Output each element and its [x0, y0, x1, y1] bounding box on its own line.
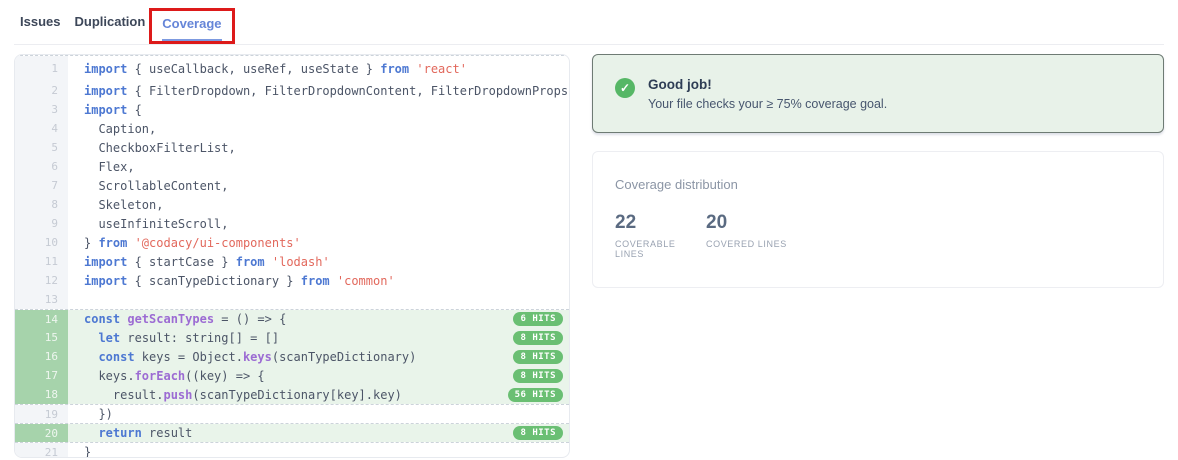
- code-line: 2import { FilterDropdown, FilterDropdown…: [15, 81, 569, 100]
- code-line: 16 const keys = Object.keys(scanTypeDict…: [15, 347, 569, 366]
- stat-label: COVERED LINES: [706, 239, 797, 249]
- line-number: 10: [15, 233, 68, 252]
- stats-row: 22 COVERABLE LINES 20 COVERED LINES: [615, 212, 1141, 259]
- line-number: 17: [15, 366, 68, 385]
- code-text: CheckboxFilterList,: [68, 138, 569, 157]
- code-line: 5 CheckboxFilterList,: [15, 138, 569, 157]
- tab-issues[interactable]: Issues: [20, 8, 60, 29]
- line-number: 7: [15, 176, 68, 195]
- hits-badge: 8 HITS: [513, 331, 563, 345]
- code-text: }): [68, 405, 569, 423]
- code-line: 13: [15, 290, 569, 309]
- code-line: 21}: [15, 442, 569, 458]
- code-text: import {: [68, 100, 569, 119]
- code-lines: 1import { useCallback, useRef, useState …: [15, 55, 569, 458]
- code-line: 7 ScrollableContent,: [15, 176, 569, 195]
- line-number: 21: [15, 443, 68, 458]
- line-number: 12: [15, 271, 68, 290]
- code-text: keys.forEach((key) => {8 HITS: [68, 366, 569, 385]
- hits-badge: 6 HITS: [513, 312, 563, 326]
- line-number: 6: [15, 157, 68, 176]
- hits-badge: 8 HITS: [513, 350, 563, 364]
- code-line: 3import {: [15, 100, 569, 119]
- line-number: 13: [15, 290, 68, 309]
- line-number: 15: [15, 328, 68, 347]
- code-line: 19 }): [15, 404, 569, 423]
- line-number: 2: [15, 81, 68, 100]
- line-number: 18: [15, 385, 68, 404]
- line-number: 16: [15, 347, 68, 366]
- tab-bar-divider: [14, 44, 1164, 45]
- code-line: 18 result.push(scanTypeDictionary[key].k…: [15, 385, 569, 404]
- check-circle-icon: ✓: [615, 78, 635, 98]
- code-text: import { scanTypeDictionary } from 'comm…: [68, 271, 569, 290]
- tab-duplication[interactable]: Duplication: [74, 8, 145, 29]
- code-line: 20 return result8 HITS: [15, 423, 569, 442]
- line-number: 20: [15, 424, 68, 442]
- code-line: 11import { startCase } from 'lodash': [15, 252, 569, 271]
- code-text: result.push(scanTypeDictionary[key].key)…: [68, 385, 569, 404]
- line-number: 11: [15, 252, 68, 271]
- code-line: 17 keys.forEach((key) => {8 HITS: [15, 366, 569, 385]
- code-line: 12import { scanTypeDictionary } from 'co…: [15, 271, 569, 290]
- line-number: 9: [15, 214, 68, 233]
- code-text: const getScanTypes = () => {6 HITS: [68, 310, 569, 328]
- line-number: 8: [15, 195, 68, 214]
- stat-value: 22: [615, 212, 706, 234]
- stat-label: COVERABLE LINES: [615, 239, 706, 259]
- line-number: 19: [15, 405, 68, 423]
- code-text: import { useCallback, useRef, useState }…: [68, 56, 569, 81]
- hits-badge: 8 HITS: [513, 369, 563, 383]
- code-text: Skeleton,: [68, 195, 569, 214]
- tab-bar: Issues Duplication Coverage: [0, 8, 1178, 44]
- tab-coverage[interactable]: Coverage: [162, 17, 221, 41]
- line-number: 14: [15, 310, 68, 328]
- code-text: } from '@codacy/ui-components': [68, 233, 569, 252]
- line-number: 3: [15, 100, 68, 119]
- line-number: 4: [15, 119, 68, 138]
- line-number: 1: [15, 56, 68, 81]
- stat-value: 20: [706, 212, 797, 234]
- code-line: 15 let result: string[] = []8 HITS: [15, 328, 569, 347]
- code-line: 9 useInfiniteScroll,: [15, 214, 569, 233]
- coverage-distribution-card: Coverage distribution 22 COVERABLE LINES…: [592, 151, 1164, 288]
- hits-badge: 56 HITS: [508, 388, 563, 402]
- code-line: 1import { useCallback, useRef, useState …: [15, 55, 569, 81]
- code-line: 4 Caption,: [15, 119, 569, 138]
- code-text: return result8 HITS: [68, 424, 569, 442]
- code-text: import { FilterDropdown, FilterDropdownC…: [68, 81, 569, 100]
- code-text: Flex,: [68, 157, 569, 176]
- stat-coverable-lines: 22 COVERABLE LINES: [615, 212, 706, 259]
- code-text: [68, 290, 569, 309]
- alert-message: Your file checks your ≥ 75% coverage goa…: [648, 97, 887, 111]
- code-text: useInfiniteScroll,: [68, 214, 569, 233]
- code-text: ScrollableContent,: [68, 176, 569, 195]
- code-line: 10} from '@codacy/ui-components': [15, 233, 569, 252]
- card-title: Coverage distribution: [615, 177, 1141, 192]
- code-text: const keys = Object.keys(scanTypeDiction…: [68, 347, 569, 366]
- code-line: 6 Flex,: [15, 157, 569, 176]
- code-text: }: [68, 443, 569, 458]
- code-line: 14const getScanTypes = () => {6 HITS: [15, 309, 569, 328]
- code-line: 8 Skeleton,: [15, 195, 569, 214]
- hits-badge: 8 HITS: [513, 426, 563, 440]
- code-text: import { startCase } from 'lodash': [68, 252, 569, 271]
- coverage-goal-alert: ✓ Good job! Your file checks your ≥ 75% …: [592, 54, 1164, 133]
- code-panel: 1import { useCallback, useRef, useState …: [14, 54, 570, 458]
- code-text: let result: string[] = []8 HITS: [68, 328, 569, 347]
- annotation-box: Coverage: [149, 8, 234, 44]
- line-number: 5: [15, 138, 68, 157]
- stat-covered-lines: 20 COVERED LINES: [706, 212, 797, 259]
- code-text: Caption,: [68, 119, 569, 138]
- alert-title: Good job!: [648, 77, 887, 92]
